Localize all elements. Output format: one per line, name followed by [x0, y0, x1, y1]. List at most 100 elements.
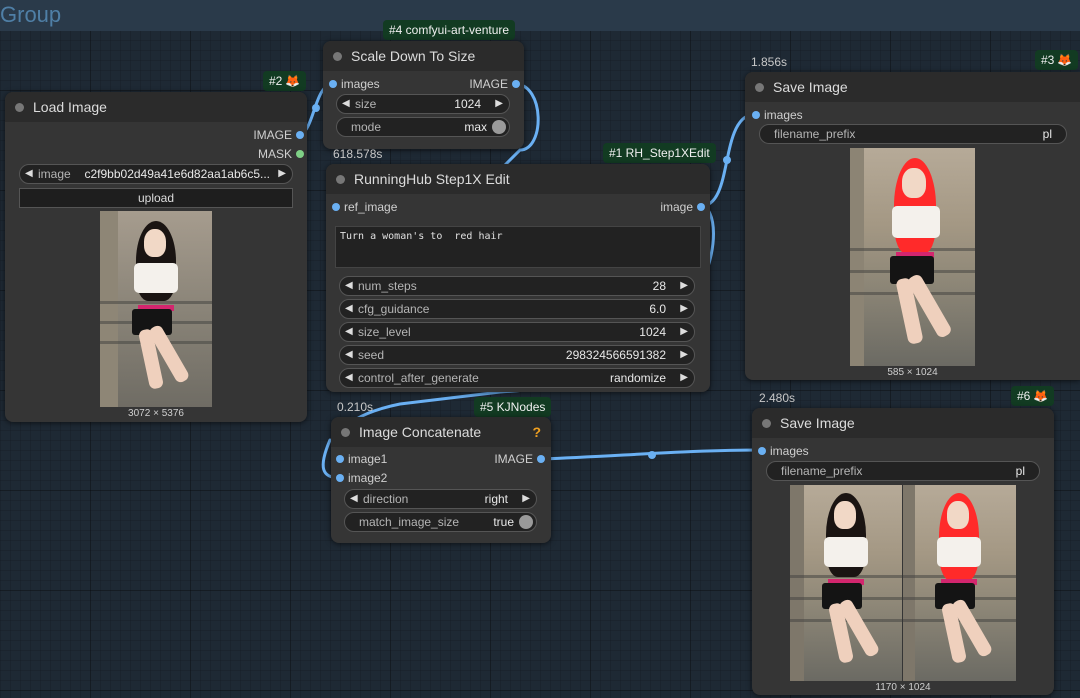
input-slot-ref-image[interactable]: ref_image [332, 200, 397, 214]
input-slot-images[interactable]: images [752, 108, 803, 122]
execution-time: 2.480s [759, 391, 796, 405]
output-slot-image[interactable]: IMAGE [253, 128, 304, 142]
arrow-right-icon[interactable]: ▶ [278, 165, 286, 183]
widget-label: size [355, 97, 377, 111]
slot-label: images [341, 77, 380, 91]
node-title: RunningHub Step1X Edit [354, 171, 510, 187]
arrow-left-icon[interactable]: ◀ [350, 490, 358, 508]
image-dimensions: 585 × 1024 [887, 367, 938, 378]
node-title-bar[interactable]: Scale Down To Size [323, 41, 524, 71]
slot-dot-icon[interactable] [329, 80, 337, 88]
arrow-right-icon[interactable]: ▶ [495, 95, 503, 113]
image-select[interactable]: ◀ image c2f9bb02d49a41e6d82aa1ab6c5... ▶ [19, 164, 293, 184]
slot-dot-icon[interactable] [752, 111, 760, 119]
arrow-right-icon[interactable]: ▶ [522, 490, 530, 508]
toggle-knob-icon[interactable] [492, 120, 506, 134]
input-slot-image2[interactable]: image2 [336, 471, 387, 485]
collapse-dot-icon[interactable] [762, 419, 771, 428]
image-preview [850, 148, 975, 366]
direction-widget[interactable]: ◀ direction right ▶ [344, 489, 537, 509]
widget-value: 6.0 [649, 302, 666, 316]
arrow-left-icon[interactable]: ◀ [342, 95, 350, 113]
node-badge: #4 comfyui-art-venture [383, 20, 516, 40]
slot-dot-icon[interactable] [336, 474, 344, 482]
filename-prefix-field[interactable]: filename_prefix pl [759, 124, 1067, 144]
node-title-bar[interactable]: Save Image [752, 408, 1054, 438]
slot-dot-icon[interactable] [758, 447, 766, 455]
slot-dot-icon[interactable] [296, 131, 304, 139]
match-image-size-widget[interactable]: match_image_size true [344, 512, 537, 532]
help-icon[interactable]: ? [532, 417, 541, 447]
execution-time: 618.578s [333, 147, 383, 161]
filename-prefix-field[interactable]: filename_prefix pl [766, 461, 1040, 481]
link-reroute-dot [312, 104, 320, 112]
control-after-generate-widget[interactable]: ◀ control_after_generate randomize ▶ [339, 368, 695, 388]
node-badge: #2 🦊 [263, 71, 307, 91]
execution-time: 1.856s [751, 55, 788, 69]
badge-text: #6 [1017, 389, 1031, 403]
arrow-right-icon[interactable]: ▶ [680, 300, 688, 318]
slot-dot-icon[interactable] [697, 203, 705, 211]
slot-label: image2 [348, 471, 388, 485]
arrow-left-icon[interactable]: ◀ [25, 165, 33, 183]
node-title-bar[interactable]: Image Concatenate ? [331, 417, 551, 447]
arrow-left-icon[interactable]: ◀ [345, 300, 353, 318]
size-level-widget[interactable]: ◀ size_level 1024 ▶ [339, 322, 695, 342]
slot-dot-icon[interactable] [296, 150, 304, 158]
widget-value: 28 [652, 279, 666, 293]
arrow-left-icon[interactable]: ◀ [345, 277, 353, 295]
widget-label: filename_prefix [774, 127, 856, 141]
collapse-dot-icon[interactable] [336, 175, 345, 184]
node-step1x-edit[interactable]: RunningHub Step1X Edit ref_image image T… [326, 164, 710, 392]
node-title: Load Image [33, 99, 107, 115]
node-title-bar[interactable]: Save Image [745, 72, 1080, 102]
collapse-dot-icon[interactable] [341, 428, 350, 437]
node-save-image-3[interactable]: Save Image images filename_prefix pl 585… [745, 72, 1080, 380]
collapse-dot-icon[interactable] [333, 52, 342, 61]
arrow-right-icon[interactable]: ▶ [680, 277, 688, 295]
prompt-textarea[interactable]: Turn a woman's to red hair [335, 226, 701, 268]
output-slot-image[interactable]: IMAGE [469, 77, 520, 91]
input-slot-images[interactable]: images [329, 77, 380, 91]
output-slot-image[interactable]: IMAGE [494, 452, 545, 466]
widget-label: image [38, 167, 71, 181]
toggle-knob-icon[interactable] [519, 515, 533, 529]
node-save-image-6[interactable]: Save Image images filename_prefix pl 117… [752, 408, 1054, 695]
arrow-left-icon[interactable]: ◀ [345, 369, 353, 387]
widget-label: mode [351, 120, 382, 134]
node-title-bar[interactable]: Load Image [5, 92, 307, 122]
execution-time: 0.210s [337, 400, 374, 414]
node-badge: #6 🦊 [1011, 386, 1055, 406]
image-dimensions: 1170 × 1024 [875, 682, 931, 693]
size-widget[interactable]: ◀ size 1024 ▶ [336, 94, 510, 114]
cfg-guidance-widget[interactable]: ◀ cfg_guidance 6.0 ▶ [339, 299, 695, 319]
upload-button[interactable]: upload [19, 188, 293, 208]
fox-icon: 🦊 [1033, 389, 1049, 403]
slot-dot-icon[interactable] [512, 80, 520, 88]
slot-dot-icon[interactable] [537, 455, 545, 463]
node-scale-down[interactable]: Scale Down To Size images IMAGE ◀ size 1… [323, 41, 524, 149]
node-image-concatenate[interactable]: Image Concatenate ? image1 image2 IMAGE … [331, 417, 551, 543]
node-title-bar[interactable]: RunningHub Step1X Edit [326, 164, 710, 194]
mode-widget[interactable]: mode max [336, 117, 510, 137]
arrow-left-icon[interactable]: ◀ [345, 346, 353, 364]
collapse-dot-icon[interactable] [755, 83, 764, 92]
input-slot-images[interactable]: images [758, 444, 809, 458]
node-title: Save Image [780, 415, 855, 431]
widget-label: cfg_guidance [358, 302, 430, 316]
arrow-right-icon[interactable]: ▶ [680, 369, 688, 387]
arrow-right-icon[interactable]: ▶ [680, 346, 688, 364]
output-slot-image[interactable]: image [660, 200, 705, 214]
slot-dot-icon[interactable] [336, 455, 344, 463]
output-slot-mask[interactable]: MASK [258, 147, 304, 161]
seed-widget[interactable]: ◀ seed 298324566591382 ▶ [339, 345, 695, 365]
num-steps-widget[interactable]: ◀ num_steps 28 ▶ [339, 276, 695, 296]
arrow-left-icon[interactable]: ◀ [345, 323, 353, 341]
collapse-dot-icon[interactable] [15, 103, 24, 112]
node-load-image[interactable]: Load Image IMAGE MASK ◀ image c2f9bb02d4… [5, 92, 307, 422]
widget-value: 298324566591382 [565, 348, 666, 362]
widget-value: pl [1042, 127, 1052, 141]
arrow-right-icon[interactable]: ▶ [680, 323, 688, 341]
slot-dot-icon[interactable] [332, 203, 340, 211]
input-slot-image1[interactable]: image1 [336, 452, 387, 466]
